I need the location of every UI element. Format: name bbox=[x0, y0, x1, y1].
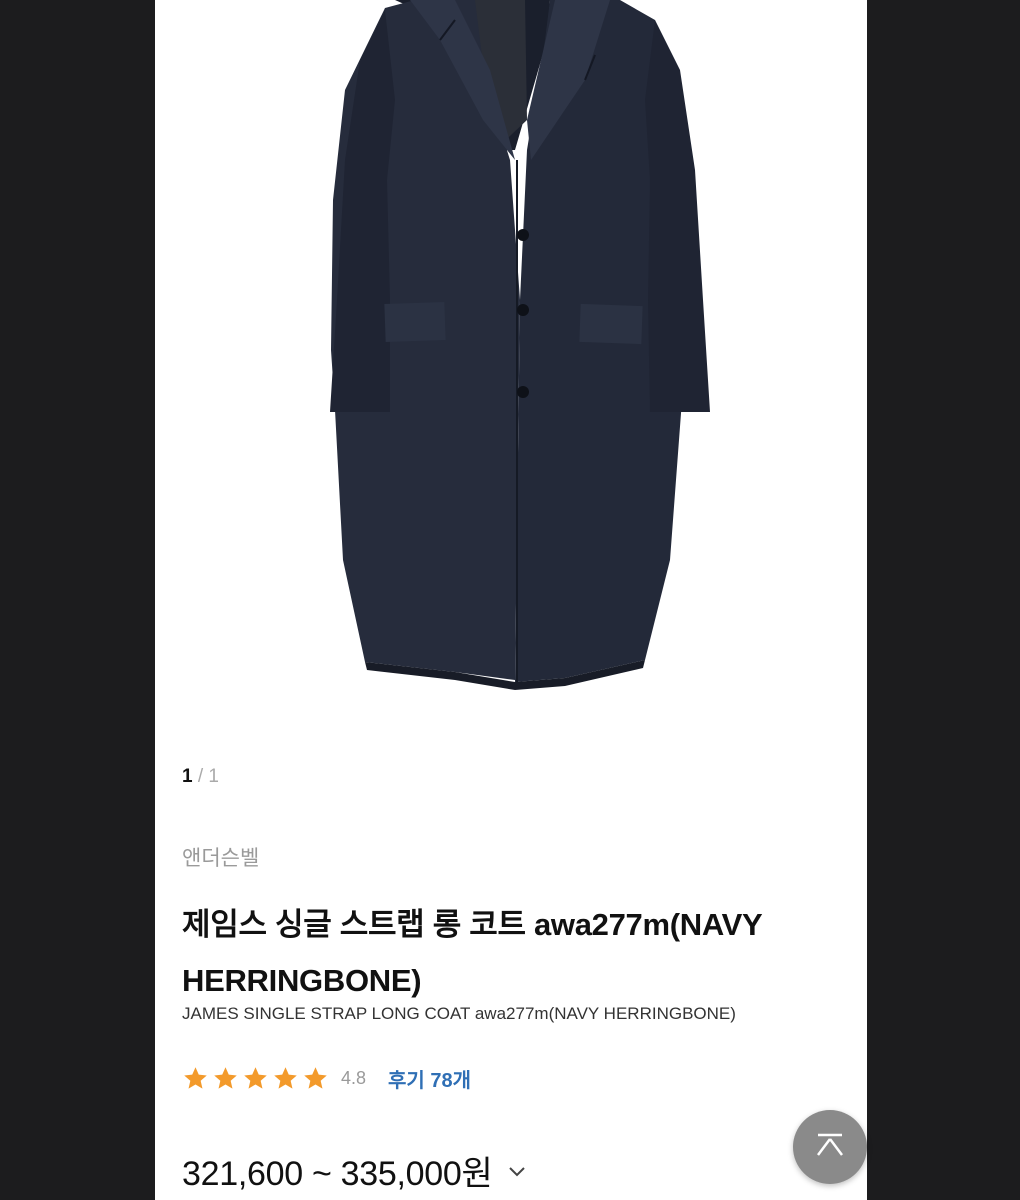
scroll-top-button[interactable] bbox=[793, 1110, 867, 1184]
image-pager: 1 / 1 bbox=[182, 766, 219, 788]
star-icon bbox=[184, 1066, 207, 1089]
pager-total: 1 bbox=[208, 766, 219, 787]
star-icon bbox=[304, 1066, 327, 1089]
review-count-link[interactable]: 후기 78개 bbox=[388, 1064, 471, 1093]
coat-illustration bbox=[330, 0, 710, 690]
price-range: 321,600 ~ 335,000원 bbox=[182, 1155, 493, 1193]
price-row: 321,600 ~ 335,000원 bbox=[182, 1146, 528, 1195]
star-icon bbox=[274, 1066, 297, 1089]
product-detail-page: 1 / 1 앤더슨벨 제임스 싱글 스트랩 롱 코트 awa277m(NAVY … bbox=[155, 0, 867, 1200]
product-title: 제임스 싱글 스트랩 롱 코트 awa277m(NAVY HERRINGBONE… bbox=[182, 907, 762, 998]
product-subtitle: JAMES SINGLE STRAP LONG COAT awa277m(NAV… bbox=[182, 1004, 736, 1023]
brand-link[interactable]: 앤더슨벨 bbox=[182, 842, 259, 872]
chevron-down-icon[interactable] bbox=[506, 1160, 528, 1182]
pager-separator: / bbox=[197, 766, 204, 787]
rating-value: 4.8 bbox=[341, 1067, 367, 1088]
scroll-top-icon bbox=[817, 1133, 843, 1156]
product-image[interactable] bbox=[155, 0, 867, 740]
star-icon bbox=[214, 1066, 237, 1089]
star-icon bbox=[244, 1066, 267, 1089]
rating-stars bbox=[182, 1065, 329, 1092]
pager-current: 1 bbox=[182, 766, 193, 787]
rating-row: 4.8 후기 78개 bbox=[182, 1062, 471, 1094]
